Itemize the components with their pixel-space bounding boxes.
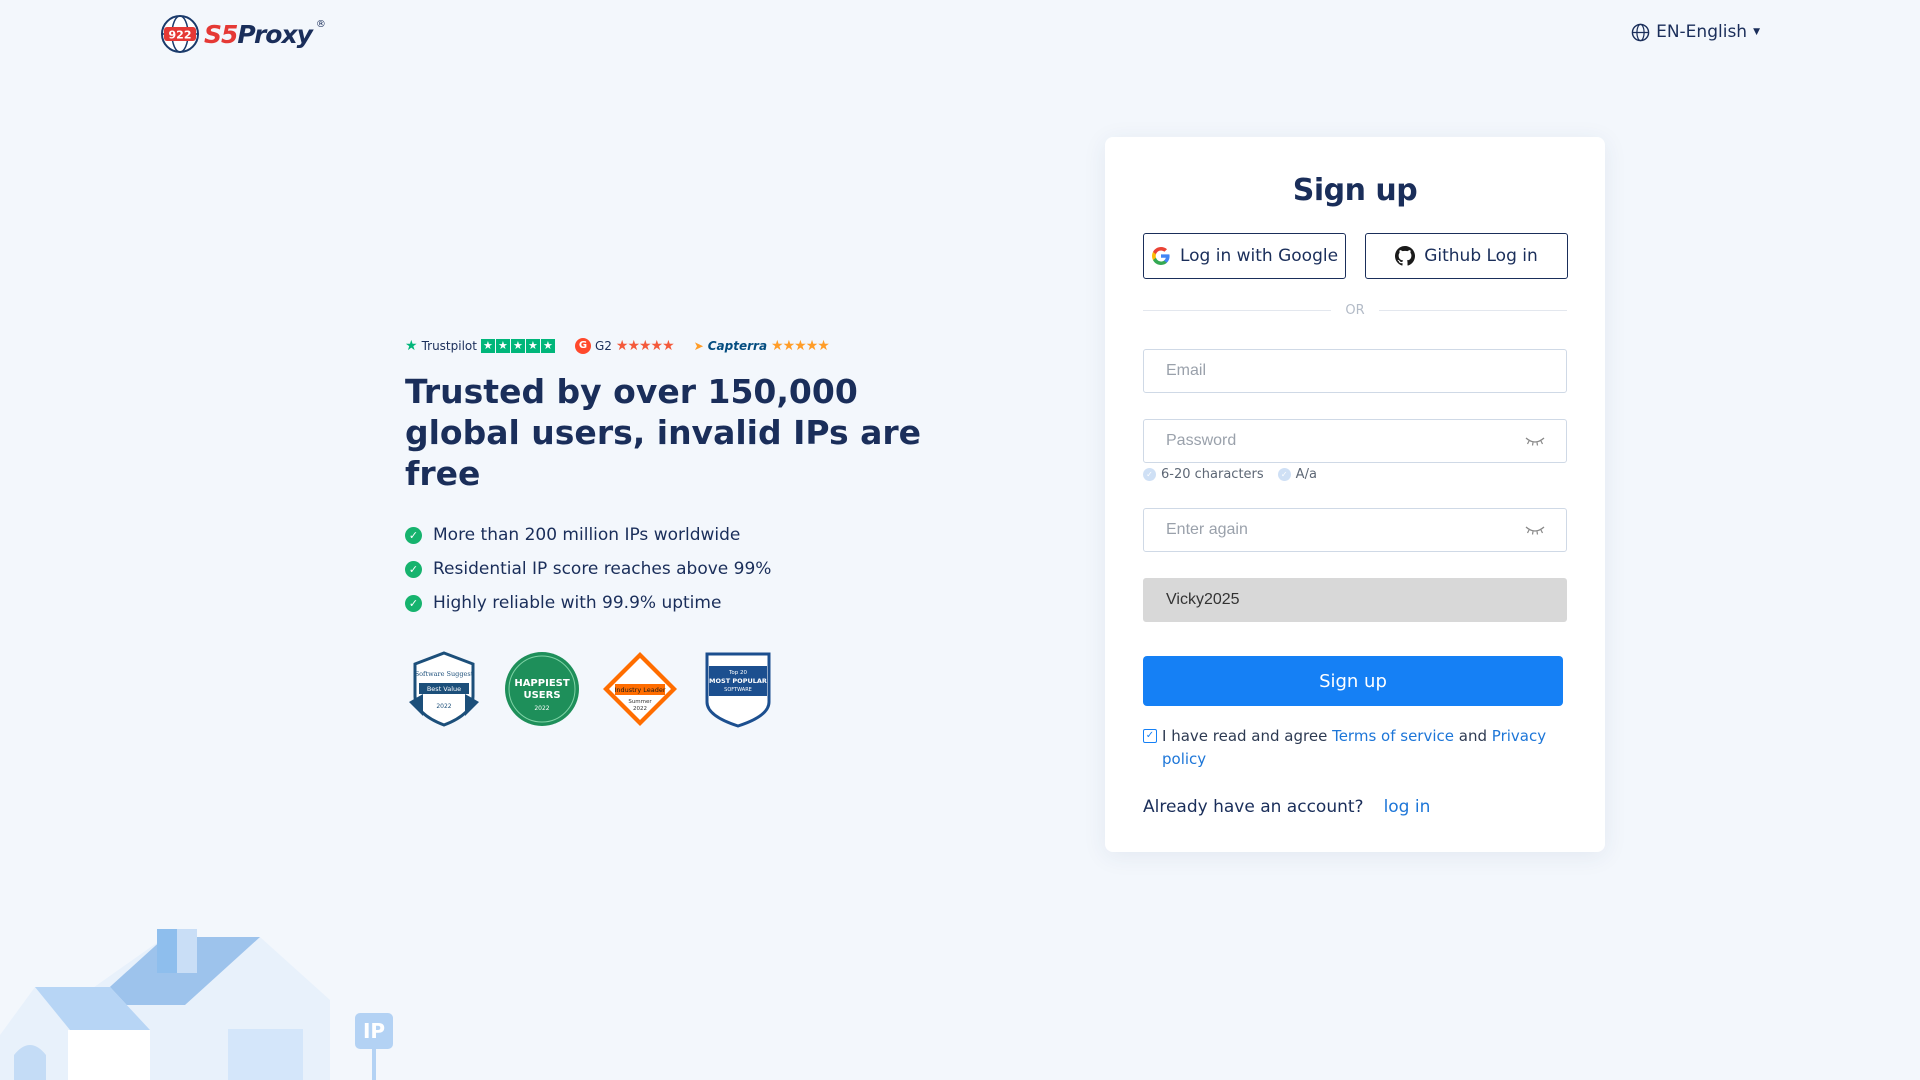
google-login-label: Log in with Google bbox=[1179, 246, 1339, 266]
confirm-password-input[interactable] bbox=[1164, 520, 1524, 540]
signup-title: Sign up bbox=[1292, 173, 1418, 208]
sourceforge-badge: Industry Leader Summer 2022 bbox=[603, 652, 677, 726]
hint-case: ✓ A/a bbox=[1277, 467, 1317, 482]
agree-checkbox[interactable]: ✓ bbox=[1143, 729, 1157, 743]
password-field[interactable] bbox=[1143, 419, 1567, 463]
capterra-label: Capterra bbox=[707, 339, 768, 353]
capterra-rating: ➤ Capterra ★★★★★ bbox=[693, 338, 830, 354]
email-input[interactable] bbox=[1164, 361, 1546, 381]
software-suggest-badge: Software Suggest Best Value 2022 bbox=[409, 651, 479, 727]
signup-submit-button[interactable]: Sign up bbox=[1143, 656, 1563, 706]
ip-sign-text: IP bbox=[363, 1019, 385, 1043]
g2-label: G2 bbox=[594, 339, 612, 353]
most-popular-badge: Top 20 MOST POPULAR SOFTWARE bbox=[705, 652, 771, 728]
check-icon: ✓ bbox=[405, 526, 422, 544]
check-circle-icon: ✓ bbox=[1143, 468, 1156, 481]
have-account-text: Already have an account? bbox=[1143, 797, 1364, 817]
language-selector[interactable]: EN-English ▼ bbox=[1631, 22, 1760, 42]
svg-text:2022: 2022 bbox=[534, 705, 549, 712]
caret-down-icon: ▼ bbox=[1753, 27, 1760, 37]
happiest-users-badge: HAPPIEST USERS 2022 bbox=[505, 652, 579, 726]
feature-item: ✓ More than 200 million IPs worldwide bbox=[405, 518, 965, 552]
password-hints: ✓ 6-20 characters ✓ A/a bbox=[1143, 467, 1317, 482]
check-circle-icon: ✓ bbox=[1277, 468, 1291, 481]
signup-card: Sign up Log in with Google Github Log in… bbox=[1105, 137, 1605, 852]
svg-text:HAPPIEST: HAPPIEST bbox=[514, 678, 570, 689]
eye-closed-icon[interactable] bbox=[1524, 434, 1546, 448]
trustpilot-star-icon: ★ bbox=[405, 338, 418, 354]
feature-item: ✓ Highly reliable with 99.9% uptime bbox=[405, 586, 965, 620]
houses-illustration: IP bbox=[0, 929, 393, 1080]
g2-rating: G G2 ★★★★★ bbox=[574, 338, 675, 354]
g2-logo-icon: G bbox=[574, 338, 591, 354]
svg-text:Industry Leader: Industry Leader bbox=[614, 686, 665, 694]
invite-code-field bbox=[1143, 578, 1567, 622]
eye-closed-icon[interactable] bbox=[1524, 523, 1546, 537]
feature-item: ✓ Residential IP score reaches above 99% bbox=[405, 552, 965, 586]
email-field[interactable] bbox=[1143, 349, 1567, 393]
check-icon: ✓ bbox=[405, 594, 422, 612]
trustpilot-stars: ★ ★ ★ ★ ★ bbox=[480, 339, 555, 353]
terms-agreement: ✓ I have read and agree Terms of service… bbox=[1143, 725, 1563, 771]
github-icon bbox=[1395, 246, 1416, 266]
brand-logo[interactable]: 922 S5Proxy ® bbox=[160, 14, 326, 54]
svg-text:Summer: Summer bbox=[628, 699, 652, 705]
invite-code-input bbox=[1164, 590, 1546, 610]
globe-logo-icon: 922 bbox=[161, 15, 199, 53]
registered-mark: ® bbox=[315, 18, 326, 30]
svg-text:SOFTWARE: SOFTWARE bbox=[724, 687, 752, 693]
capterra-stars: ★★★★★ bbox=[771, 338, 830, 354]
language-label: EN-English bbox=[1656, 22, 1748, 42]
password-input[interactable] bbox=[1164, 431, 1524, 451]
login-prompt: Already have an account? log in bbox=[1143, 797, 1430, 817]
hint-length: ✓ 6-20 characters bbox=[1143, 467, 1264, 482]
svg-text:USERS: USERS bbox=[523, 690, 560, 701]
check-icon: ✓ bbox=[405, 560, 422, 578]
svg-text:2022: 2022 bbox=[633, 706, 647, 712]
confirm-password-field[interactable] bbox=[1143, 508, 1567, 552]
language-globe-icon bbox=[1631, 23, 1650, 41]
login-link[interactable]: log in bbox=[1384, 797, 1431, 817]
feature-list: ✓ More than 200 million IPs worldwide ✓ Re… bbox=[405, 518, 965, 620]
google-login-button[interactable]: Log in with Google bbox=[1143, 233, 1346, 279]
g2-stars: ★★★★★ bbox=[615, 338, 675, 354]
svg-text:2022: 2022 bbox=[436, 703, 451, 710]
brand-name: S5Proxy bbox=[204, 19, 313, 49]
google-icon bbox=[1151, 247, 1170, 265]
logo-globe-text: 922 bbox=[169, 29, 192, 42]
svg-text:MOST POPULAR: MOST POPULAR bbox=[709, 677, 767, 685]
trustpilot-label: Trustpilot bbox=[421, 339, 477, 353]
trustpilot-rating: ★ Trustpilot ★ ★ ★ ★ ★ bbox=[405, 338, 555, 354]
hero-section: ★ Trustpilot ★ ★ ★ ★ ★ G G2 ★★★★★ ➤ Capterra… bbox=[405, 335, 965, 728]
github-login-label: Github Log in bbox=[1424, 246, 1538, 266]
svg-text:Top 20: Top 20 bbox=[728, 670, 748, 676]
or-divider: OR bbox=[1143, 303, 1568, 318]
terms-link[interactable]: Terms of service bbox=[1332, 727, 1454, 745]
ratings-row: ★ Trustpilot ★ ★ ★ ★ ★ G G2 ★★★★★ ➤ Capterra… bbox=[405, 335, 965, 357]
capterra-logo-icon: ➤ bbox=[693, 339, 704, 353]
svg-text:Best Value: Best Value bbox=[427, 685, 461, 693]
github-login-button[interactable]: Github Log in bbox=[1365, 233, 1568, 279]
hero-title: Trusted by over 150,000 global users, in… bbox=[405, 372, 922, 493]
agree-text: I have read and agree Terms of service a… bbox=[1162, 727, 1547, 768]
svg-text:Software Suggest: Software Suggest bbox=[415, 670, 474, 678]
award-badges: Software Suggest Best Value 2022 HAPPIES… bbox=[405, 650, 965, 728]
